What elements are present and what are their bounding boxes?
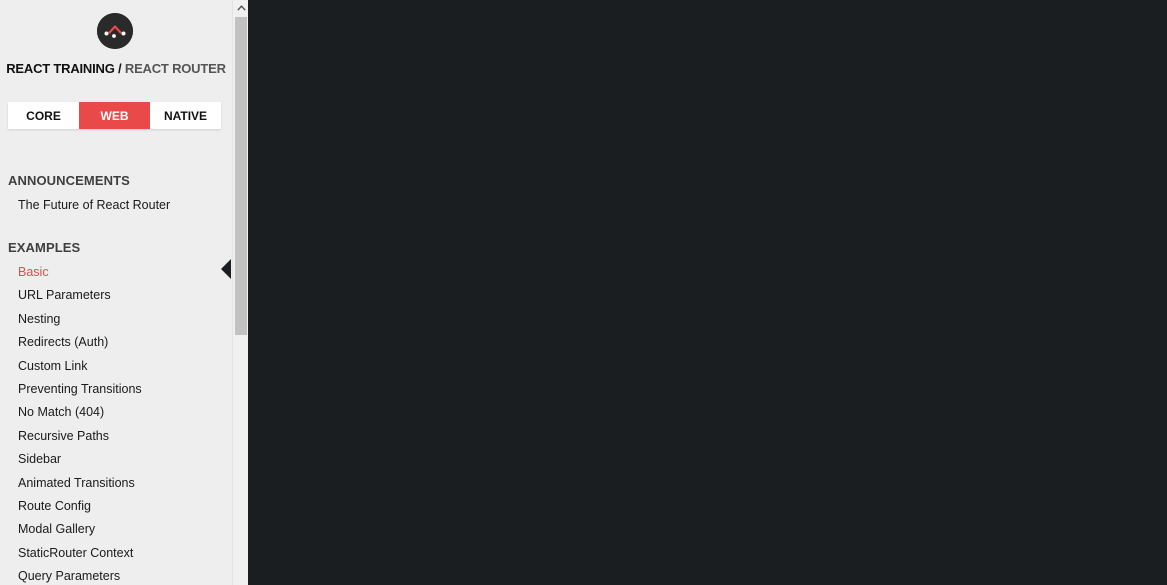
brand-secondary: REACT ROUTER bbox=[124, 61, 226, 76]
nav-item-basic[interactable]: Basic bbox=[18, 261, 142, 284]
nav-item-sidebar[interactable]: Sidebar bbox=[18, 448, 142, 471]
examples-list: Basic URL Parameters Nesting Redirects (… bbox=[18, 261, 142, 585]
sidebar-scrollbar[interactable] bbox=[232, 0, 248, 585]
active-item-marker bbox=[221, 259, 231, 279]
brand-primary: REACT TRAINING / bbox=[6, 61, 122, 76]
nav-item-future-of-react-router[interactable]: The Future of React Router bbox=[18, 194, 170, 217]
nav-item-nesting[interactable]: Nesting bbox=[18, 308, 142, 331]
examples-heading: EXAMPLES bbox=[8, 240, 81, 255]
nav-item-modal-gallery[interactable]: Modal Gallery bbox=[18, 518, 142, 541]
tab-core[interactable]: CORE bbox=[8, 102, 79, 129]
platform-tabs: CORE WEB NATIVE bbox=[8, 102, 221, 129]
announcements-list: The Future of React Router bbox=[18, 194, 170, 217]
nav-item-preventing-transitions[interactable]: Preventing Transitions bbox=[18, 378, 142, 401]
nav-item-route-config[interactable]: Route Config bbox=[18, 495, 142, 518]
nav-item-staticrouter-context[interactable]: StaticRouter Context bbox=[18, 542, 142, 565]
tab-web[interactable]: WEB bbox=[79, 102, 150, 129]
nav-item-url-parameters[interactable]: URL Parameters bbox=[18, 284, 142, 307]
react-router-logo-icon[interactable] bbox=[97, 13, 133, 49]
nav-item-custom-link[interactable]: Custom Link bbox=[18, 355, 142, 378]
nav-item-query-parameters[interactable]: Query Parameters bbox=[18, 565, 142, 585]
brand-title[interactable]: REACT TRAINING / REACT ROUTER bbox=[0, 61, 232, 76]
nav-item-recursive-paths[interactable]: Recursive Paths bbox=[18, 425, 142, 448]
main-content bbox=[248, 0, 1167, 585]
announcements-heading: ANNOUNCEMENTS bbox=[8, 173, 130, 188]
tab-native[interactable]: NATIVE bbox=[150, 102, 221, 129]
nav-item-redirects-auth[interactable]: Redirects (Auth) bbox=[18, 331, 142, 354]
scrollbar-thumb[interactable] bbox=[235, 17, 247, 335]
nav-item-animated-transitions[interactable]: Animated Transitions bbox=[18, 472, 142, 495]
nav-item-no-match[interactable]: No Match (404) bbox=[18, 401, 142, 424]
chevron-up-icon[interactable] bbox=[233, 0, 249, 16]
sidebar: REACT TRAINING / REACT ROUTER CORE WEB N… bbox=[0, 0, 232, 585]
